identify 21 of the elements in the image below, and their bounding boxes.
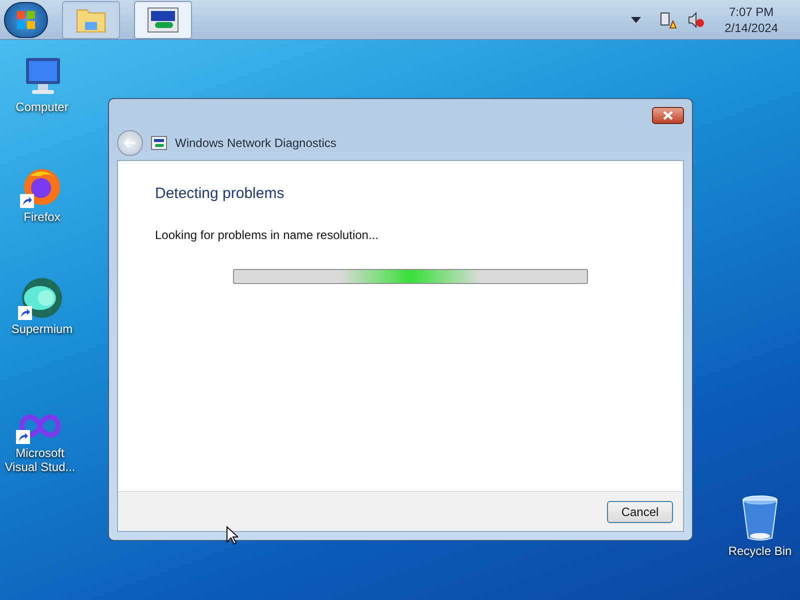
status-text: Looking for problems in name resolution...: [155, 226, 380, 244]
desktop-icon-label[interactable]: Microsoft Visual Stud...: [0, 446, 80, 474]
clock-time[interactable]: 7:07 PM: [728, 4, 774, 20]
start-button[interactable]: [4, 2, 48, 38]
taskbar-button[interactable]: [134, 0, 192, 38]
windows-logo-icon: [16, 10, 36, 30]
network-monitor-icon: [147, 6, 179, 32]
cancel-button[interactable]: Cancel: [607, 500, 673, 522]
page-heading: Detecting problems: [155, 184, 286, 204]
close-icon: [663, 111, 673, 120]
network-warning-icon[interactable]: [658, 10, 677, 28]
back-arrow-icon: [124, 138, 136, 148]
close-button[interactable]: [652, 107, 684, 124]
trash-bin-icon: [740, 494, 780, 542]
back-button[interactable]: [117, 130, 143, 156]
clock-date[interactable]: 2/14/2024: [724, 20, 778, 36]
window-title: Windows Network Diagnostics: [175, 135, 336, 152]
caret-icon[interactable]: [630, 16, 641, 22]
speaker-muted-icon[interactable]: [686, 10, 705, 28]
network-monitor-icon: [151, 136, 167, 150]
desktop-icon-label[interactable]: Recycle Bin: [728, 544, 792, 558]
